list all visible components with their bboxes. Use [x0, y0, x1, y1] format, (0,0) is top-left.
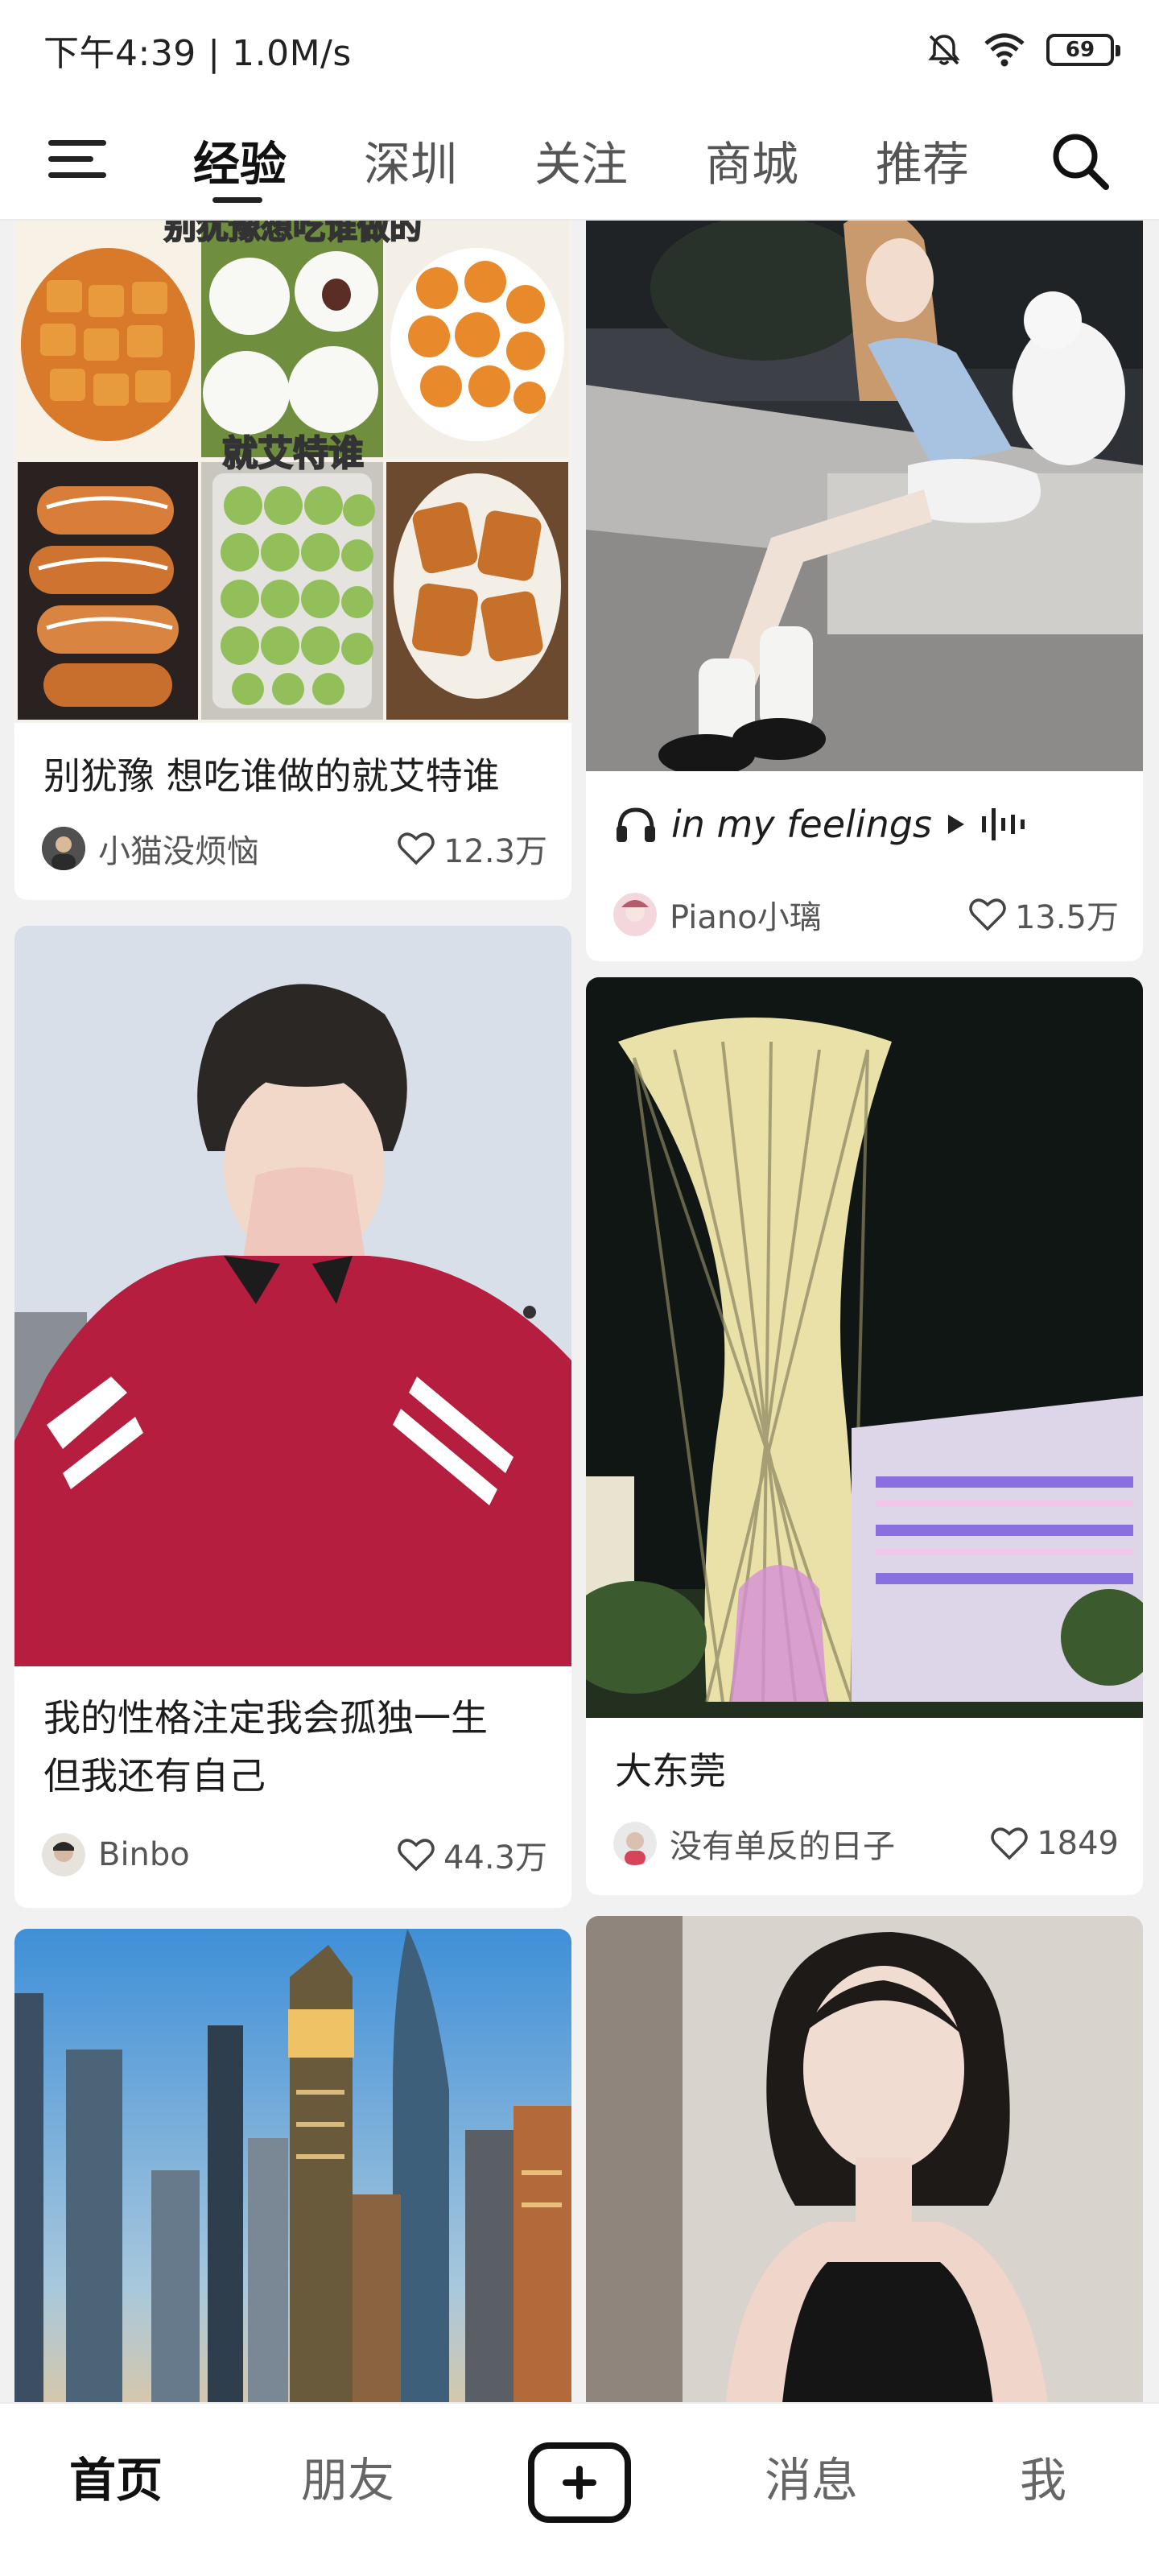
card-title-line2: 但我还有自己 — [43, 1754, 266, 1798]
search-icon[interactable] — [1048, 129, 1112, 193]
card-meta: Binbo 44.3万 — [14, 1826, 571, 1884]
feed-card-music[interactable]: in my feelings Piano小璃 13.5万 — [586, 221, 1143, 961]
heart-icon[interactable] — [990, 1826, 1029, 1861]
bell-muted-icon — [928, 35, 960, 65]
card-author[interactable]: Piano小璃 — [613, 891, 822, 938]
card-author[interactable]: Binbo — [42, 1833, 190, 1876]
plus-icon — [563, 2466, 596, 2500]
status-bar: 下午4:39 | 1.0M/s 69 — [0, 0, 1159, 100]
battery-indicator: 69 — [1046, 34, 1120, 66]
headphones-icon — [617, 807, 655, 842]
tab-guanzhu[interactable]: 关注 — [534, 100, 705, 221]
author-name: 小猫没烦恼 — [98, 833, 259, 870]
status-icons: 69 — [926, 31, 1120, 68]
like-count[interactable]: 1849 — [990, 1825, 1119, 1862]
tab-tuijian[interactable]: 推荐 — [876, 100, 1046, 221]
like-count-value: 13.5万 — [1014, 899, 1119, 936]
card-meta: 没有单反的日子 1849 — [586, 1814, 1143, 1872]
card-author[interactable]: 小猫没烦恼 — [42, 825, 259, 872]
card-image — [586, 1916, 1143, 2402]
card-image: 别犹豫想吃谁做的 就艾特谁 — [14, 221, 571, 723]
heart-icon[interactable] — [397, 1837, 435, 1872]
author-name: Piano小璃 — [670, 899, 822, 936]
avatar — [42, 1833, 85, 1876]
like-count[interactable]: 12.3万 — [397, 825, 547, 872]
play-icon[interactable] — [947, 813, 966, 836]
feed-card-portrait[interactable] — [586, 1916, 1143, 2402]
card-title-line1: 我的性格注定我会孤独一生 — [43, 1696, 488, 1740]
avatar — [42, 827, 85, 870]
top-nav: 经验 深圳 关注 商城 推荐 — [0, 100, 1159, 221]
feed-card-food[interactable]: 别犹豫想吃谁做的 就艾特谁 别犹豫 想吃谁做的就艾特谁 小猫没烦恼 12.3万 — [14, 221, 571, 900]
avatar — [613, 893, 657, 936]
status-time-speed: 下午4:39 | 1.0M/s — [43, 33, 352, 74]
like-count-value: 44.3万 — [443, 1839, 547, 1876]
city-skyline-photo — [14, 1929, 571, 2402]
tab-shenzhen[interactable]: 深圳 — [364, 100, 534, 221]
channel-tabs: 经验 深圳 关注 商城 推荐 — [193, 100, 1046, 221]
author-name: Binbo — [98, 1836, 190, 1873]
like-count[interactable]: 44.3万 — [397, 1831, 547, 1878]
card-meta: Piano小璃 13.5万 — [586, 886, 1143, 943]
nav-messages[interactable]: 消息 — [695, 2450, 927, 2510]
like-count-value: 1849 — [1037, 1825, 1119, 1862]
nav-me[interactable]: 我 — [927, 2450, 1159, 2510]
card-author[interactable]: 没有单反的日子 — [613, 1820, 895, 1867]
girl-portrait-photo — [586, 1916, 1143, 2402]
like-count[interactable]: 13.5万 — [968, 891, 1119, 938]
card-title: 大东莞 — [615, 1749, 726, 1793]
tab-jingyan[interactable]: 经验 — [193, 100, 364, 221]
audio-wave-icon — [981, 808, 1025, 840]
card-title-music: in my feelings — [586, 771, 1143, 853]
card-meta: 小猫没烦恼 12.3万 — [14, 819, 571, 877]
nav-home[interactable]: 首页 — [0, 2450, 232, 2510]
hamburger-menu-icon[interactable] — [48, 135, 109, 184]
image-caption-mid: 就艾特谁 — [221, 432, 365, 475]
feed-card-city[interactable] — [14, 1929, 571, 2402]
nav-friends[interactable]: 朋友 — [232, 2450, 464, 2510]
avatar — [613, 1822, 657, 1865]
tower-night-photo — [586, 977, 1143, 1718]
author-name: 没有单反的日子 — [670, 1828, 895, 1865]
battery-level: 69 — [1065, 38, 1095, 62]
heart-icon[interactable] — [397, 831, 435, 866]
feed-grid: 别犹豫想吃谁做的 就艾特谁 别犹豫 想吃谁做的就艾特谁 小猫没烦恼 12.3万 — [0, 221, 1159, 2402]
girl-sitting-photo — [586, 221, 1143, 771]
heart-icon[interactable] — [968, 897, 1007, 932]
feed-card-boy[interactable]: 我的性格注定我会孤独一生 但我还有自己 Binbo 44.3万 — [14, 926, 571, 1908]
like-count-value: 12.3万 — [443, 833, 547, 870]
bottom-nav: 首页 朋友 消息 我 — [0, 2402, 1159, 2576]
card-image — [586, 977, 1143, 1718]
boy-in-red-jacket-photo — [14, 926, 571, 1666]
card-title: 别犹豫 想吃谁做的就艾特谁 — [43, 754, 500, 798]
create-button[interactable] — [528, 2442, 631, 2523]
card-title: 我的性格注定我会孤独一生 但我还有自己 — [14, 1666, 571, 1805]
nav-create[interactable] — [464, 2442, 695, 2523]
image-caption-top: 别犹豫想吃谁做的 — [163, 221, 423, 247]
feed-card-tower[interactable]: 大东莞 没有单反的日子 1849 — [586, 977, 1143, 1895]
card-image — [586, 221, 1143, 771]
card-image — [14, 926, 571, 1666]
wifi-icon — [984, 33, 1025, 67]
music-title: in my feelings — [671, 803, 932, 846]
tab-shangcheng[interactable]: 商城 — [705, 100, 876, 221]
card-image — [14, 1929, 571, 2402]
